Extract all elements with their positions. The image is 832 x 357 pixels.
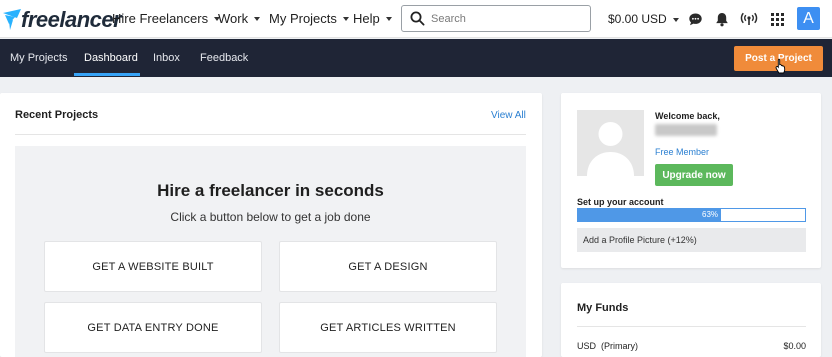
- hire-subtitle: Click a button below to get a job done: [170, 210, 371, 224]
- my-funds-card: My Funds USD (Primary) $0.00: [561, 283, 821, 357]
- freelancer-logo[interactable]: freelancer: [2, 7, 122, 33]
- menu-work[interactable]: Work: [218, 11, 261, 26]
- menu-hire-freelancers[interactable]: Hire Freelancers: [112, 11, 221, 26]
- hire-title: Hire a freelancer in seconds: [157, 181, 384, 200]
- logo-text: freelancer: [21, 7, 122, 32]
- top-navbar: freelancer Hire Freelancers Work My Proj…: [0, 0, 832, 38]
- username-redacted: [655, 124, 717, 136]
- profile-card: Welcome back, Free Member Upgrade now Se…: [561, 93, 821, 268]
- caret-down-icon: [385, 17, 392, 21]
- hire-freelancer-panel: Hire a freelancer in seconds Click a but…: [15, 146, 526, 357]
- caret-down-icon: [342, 17, 349, 21]
- recent-projects-title: Recent Projects: [15, 109, 99, 121]
- view-all-link[interactable]: View All: [491, 110, 526, 121]
- balance-amount: $0.00 USD: [608, 12, 667, 26]
- menu-my-projects[interactable]: My Projects: [269, 11, 349, 26]
- apps-grid-icon[interactable]: [768, 10, 786, 28]
- recent-projects-card: Recent Projects View All Hire a freelanc…: [0, 93, 542, 357]
- chat-icon[interactable]: [686, 10, 704, 28]
- bird-logo-icon: [3, 9, 21, 30]
- caret-down-icon: [672, 17, 679, 22]
- subnav-inbox[interactable]: Inbox: [153, 52, 180, 64]
- caret-down-icon: [254, 17, 261, 21]
- hand-cursor-icon: [775, 58, 786, 74]
- funds-row: USD (Primary) $0.00: [577, 341, 806, 351]
- search-icon: [410, 11, 425, 26]
- subnav-feedback[interactable]: Feedback: [200, 52, 248, 64]
- bell-icon[interactable]: [713, 10, 731, 28]
- welcome-text: Welcome back,: [655, 111, 720, 121]
- user-silhouette-icon: [587, 122, 634, 176]
- setup-progress-bar: 63%: [577, 208, 806, 222]
- active-tab-indicator: [74, 73, 140, 76]
- progress-fill: [578, 209, 721, 221]
- progress-percent: 63%: [702, 210, 719, 219]
- membership-link[interactable]: Free Member: [655, 147, 709, 157]
- currency-label: USD (Primary): [577, 341, 638, 351]
- menu-label: Help: [353, 11, 380, 26]
- menu-help[interactable]: Help: [353, 11, 392, 26]
- divider: [15, 134, 526, 135]
- search-input[interactable]: [431, 12, 581, 25]
- subnav-my-projects[interactable]: My Projects: [10, 52, 67, 64]
- profile-photo-placeholder[interactable]: [577, 110, 644, 176]
- get-articles-written-button[interactable]: GET ARTICLES WRITTEN: [279, 302, 497, 353]
- subnav-dashboard[interactable]: Dashboard: [84, 52, 138, 64]
- menu-label: Hire Freelancers: [112, 11, 209, 26]
- menu-label: Work: [218, 11, 249, 26]
- setup-account-label: Set up your account: [577, 197, 664, 207]
- search-box[interactable]: [401, 5, 591, 32]
- divider: [577, 326, 806, 327]
- funds-title: My Funds: [577, 302, 629, 314]
- broadcast-icon[interactable]: [740, 10, 758, 28]
- get-design-button[interactable]: GET A DESIGN: [279, 241, 497, 292]
- get-data-entry-button[interactable]: GET DATA ENTRY DONE: [44, 302, 262, 353]
- user-avatar[interactable]: A: [797, 7, 820, 30]
- get-website-built-button[interactable]: GET A WEBSITE BUILT: [44, 241, 262, 292]
- balance-dropdown[interactable]: $0.00 USD: [608, 12, 679, 26]
- add-profile-picture-step[interactable]: Add a Profile Picture (+12%): [577, 228, 806, 252]
- menu-label: My Projects: [269, 11, 337, 26]
- currency-balance: $0.00: [783, 341, 806, 351]
- upgrade-now-button[interactable]: Upgrade now: [655, 164, 733, 186]
